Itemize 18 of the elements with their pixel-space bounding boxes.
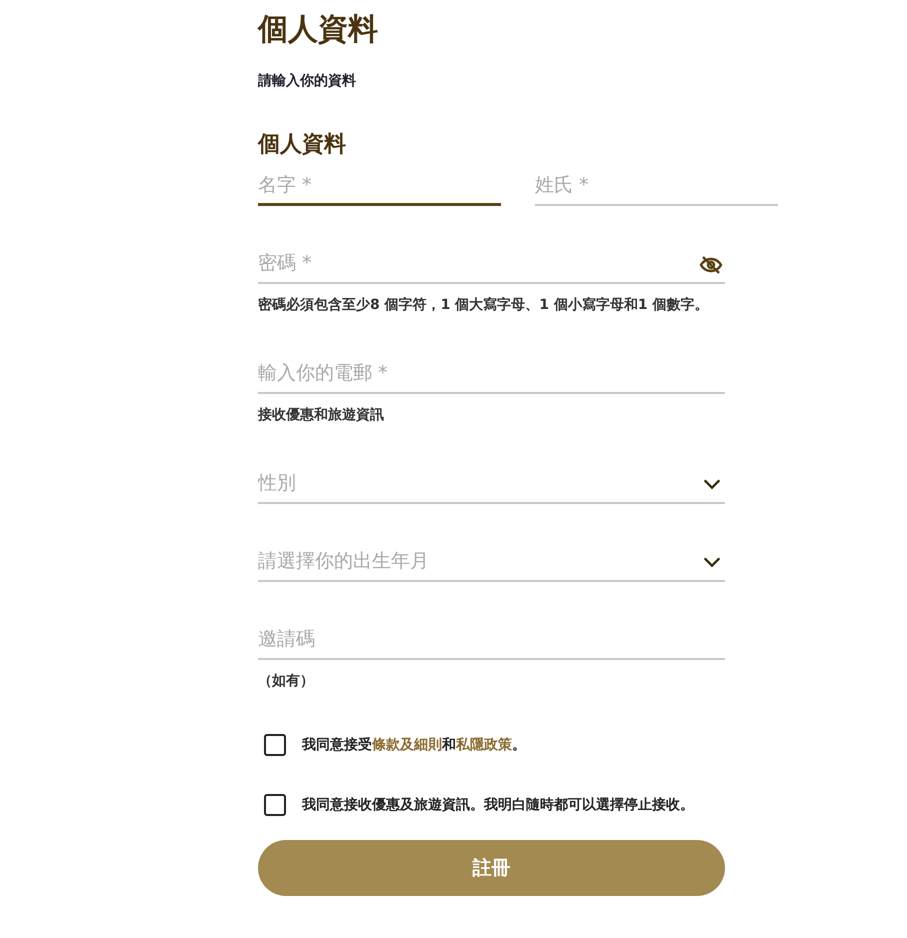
subtitle: 請輸入你的資料	[258, 72, 357, 90]
helper-text: 接收優惠和旅遊資訊	[258, 406, 385, 425]
checkbox[interactable]	[264, 794, 286, 816]
agreement-text: 我同意接收優惠及旅遊資訊。我明白隨時都可以選擇停止接收。	[302, 796, 694, 815]
register-button[interactable]: 註冊	[258, 840, 725, 896]
password-field[interactable]: 密碼 *	[258, 244, 725, 284]
section-title: 個人資料	[258, 131, 347, 159]
helper-text: （如有）	[258, 672, 315, 691]
agreement-text: 我同意接受	[302, 737, 372, 753]
dropdown-field[interactable]: 請選擇你的出生年月	[258, 542, 725, 582]
agreement-text: 。	[512, 737, 526, 753]
page-title: 個人資料	[258, 11, 379, 49]
helper-text: 密碼必須包含至少8 個字符，1 個大寫字母、1 個小寫字母和1 個數字。	[258, 296, 710, 315]
agreement-text: 和	[442, 737, 456, 753]
checkbox[interactable]	[264, 734, 286, 756]
input-field[interactable]: 名字 *	[258, 166, 501, 206]
link[interactable]: 私隱政策	[456, 737, 512, 753]
link[interactable]: 條款及細則	[372, 737, 442, 753]
